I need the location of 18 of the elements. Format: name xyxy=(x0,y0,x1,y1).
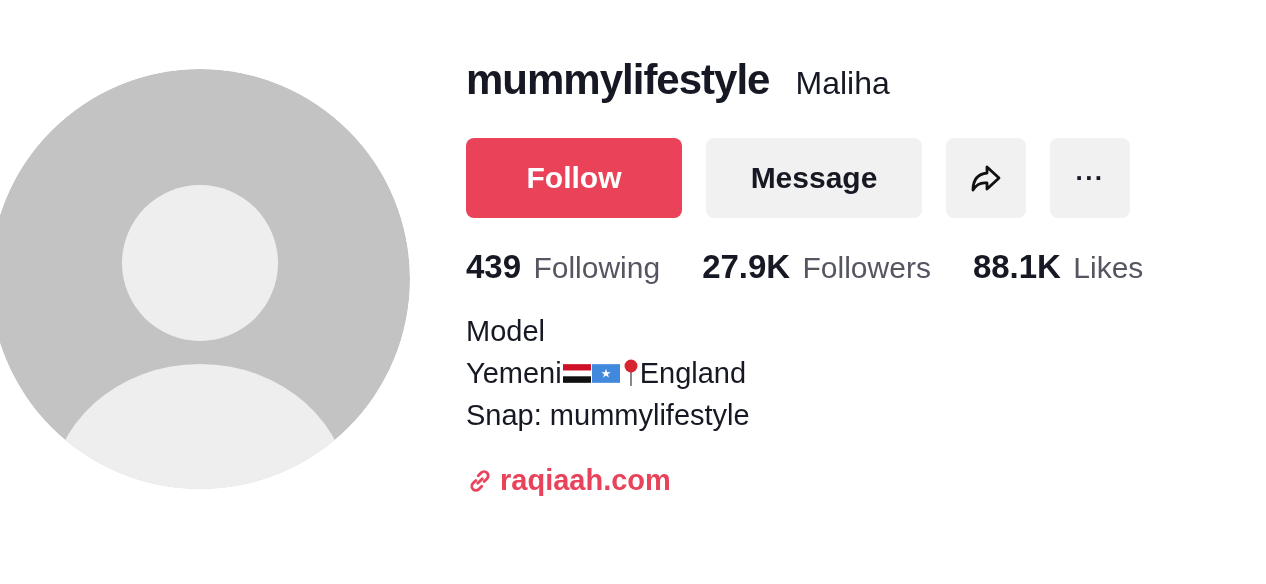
bio-text: Snap: mummylifestyle xyxy=(466,398,750,433)
bio-text: Yemeni xyxy=(466,356,562,391)
display-name: Maliha xyxy=(795,65,890,102)
message-button[interactable]: Message xyxy=(706,138,922,218)
pin-icon xyxy=(623,359,638,387)
share-button[interactable] xyxy=(946,138,1026,218)
bio-text: Model xyxy=(466,314,545,349)
avatar-icon xyxy=(0,69,410,489)
bio-text: England xyxy=(639,356,747,391)
stat-count: 27.9K Followers xyxy=(702,248,931,286)
more-button[interactable]: ··· xyxy=(1050,138,1130,218)
stat-count: 88.1K Likes xyxy=(972,248,1144,286)
website-link[interactable]: raqiaah.com xyxy=(466,464,671,497)
follow-button[interactable]: Follow xyxy=(466,138,682,218)
username: mummylifestyle xyxy=(466,56,770,104)
flag-icon xyxy=(562,363,591,383)
stat-count: 439 Following xyxy=(466,248,661,286)
flag-icon xyxy=(591,363,620,383)
